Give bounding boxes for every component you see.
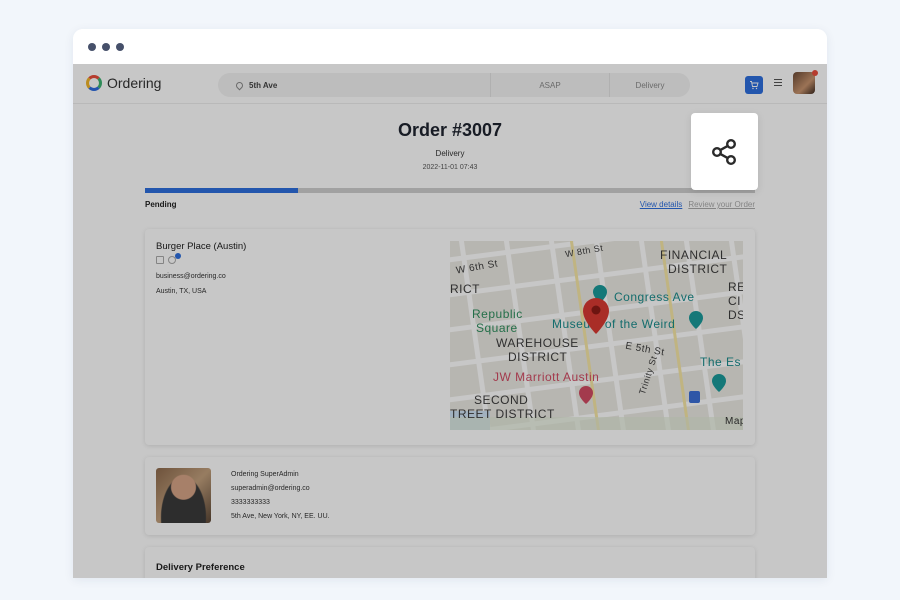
hamburger-menu-icon[interactable] [774, 79, 782, 88]
map-label-congress: Congress Ave [614, 290, 695, 304]
order-status: Pending [145, 200, 177, 209]
map-view[interactable]: W 8th St FINANCIAL DISTRICT W 6th St RIC… [450, 241, 743, 430]
time-selector[interactable]: ASAP [491, 81, 609, 90]
cart-icon [750, 81, 759, 90]
review-order-link[interactable]: Review your Order [688, 200, 755, 209]
message-badge [175, 253, 181, 259]
address-value: 5th Ave [249, 80, 278, 90]
business-name: Burger Place (Austin) [156, 241, 247, 252]
progress-fill [145, 188, 298, 193]
user-avatar[interactable] [793, 72, 815, 94]
customer-phone: 3333333333 [231, 499, 270, 506]
logo-icon [86, 75, 102, 91]
store-icon[interactable] [156, 256, 164, 264]
map-attribution: Map [725, 416, 743, 427]
transit-icon [689, 391, 700, 403]
map-label-square: Square [476, 321, 518, 335]
customer-info: Ordering SuperAdmin superadmin@ordering.… [231, 468, 330, 524]
customer-card: Ordering SuperAdmin superadmin@ordering.… [145, 457, 755, 535]
location-pin-icon [234, 80, 245, 90]
view-details-link[interactable]: View details [640, 200, 683, 209]
window-dot [102, 42, 110, 51]
order-type-selector[interactable]: Delivery [610, 81, 690, 90]
order-progress-bar [145, 188, 755, 193]
cart-button[interactable] [745, 76, 763, 94]
share-icon [711, 138, 736, 165]
customer-photo [156, 468, 211, 523]
order-links: View details Review your Order [640, 200, 755, 209]
location-marker-icon [583, 298, 609, 334]
map-label-ci: CI [728, 294, 741, 308]
window-dot [88, 42, 96, 51]
map-label-republic: Republic [472, 307, 523, 321]
business-card: Burger Place (Austin) business@ordering.… [145, 229, 755, 445]
browser-chrome [73, 29, 827, 64]
address-selector[interactable]: 5th Ave [218, 80, 490, 90]
map-label-jw-marriott: JW Marriott Austin [493, 370, 600, 384]
order-settings-bar: 5th Ave ASAP Delivery [218, 73, 690, 97]
map-label-re: RE [728, 280, 743, 294]
share-button[interactable] [691, 113, 758, 190]
map-label-warehouse-2: DISTRICT [508, 350, 568, 364]
map-label-warehouse: WAREHOUSE [496, 336, 579, 350]
customer-address: 5th Ave, New York, NY, EE. UU. [231, 513, 330, 520]
logo-text: Ordering [107, 75, 162, 91]
map-label-museum: Museum of the Weird [552, 317, 676, 331]
delivery-preference-card: Delivery Preference [145, 547, 755, 578]
business-actions [156, 253, 181, 264]
map-label-street-district: TREET DISTRICT [450, 407, 555, 421]
notification-dot [812, 70, 818, 76]
customer-name: Ordering SuperAdmin [231, 471, 299, 478]
map-label-ds: DS [728, 308, 743, 322]
business-email: business@ordering.co [156, 273, 226, 280]
window-dot [116, 42, 124, 51]
app-header: Ordering 5th Ave ASAP Delivery [73, 64, 827, 104]
map-label-rict: RICT [450, 282, 480, 296]
museum-poi-icon [689, 311, 703, 329]
customer-email: superadmin@ordering.co [231, 485, 310, 492]
delivery-preference-title: Delivery Preference [156, 562, 245, 573]
map-label-financial-2: DISTRICT [668, 262, 728, 276]
browser-window: Ordering 5th Ave ASAP Delivery Order #30… [73, 29, 827, 578]
business-address: Austin, TX, USA [156, 288, 207, 295]
logo[interactable]: Ordering [86, 75, 161, 91]
map-label-second: SECOND [474, 393, 529, 407]
map-label-financial: FINANCIAL [660, 248, 728, 262]
hotel-poi-icon [579, 386, 593, 404]
map-label-esc: The Es [700, 355, 742, 369]
camera-poi-icon [712, 374, 726, 392]
chat-icon[interactable] [168, 253, 181, 264]
